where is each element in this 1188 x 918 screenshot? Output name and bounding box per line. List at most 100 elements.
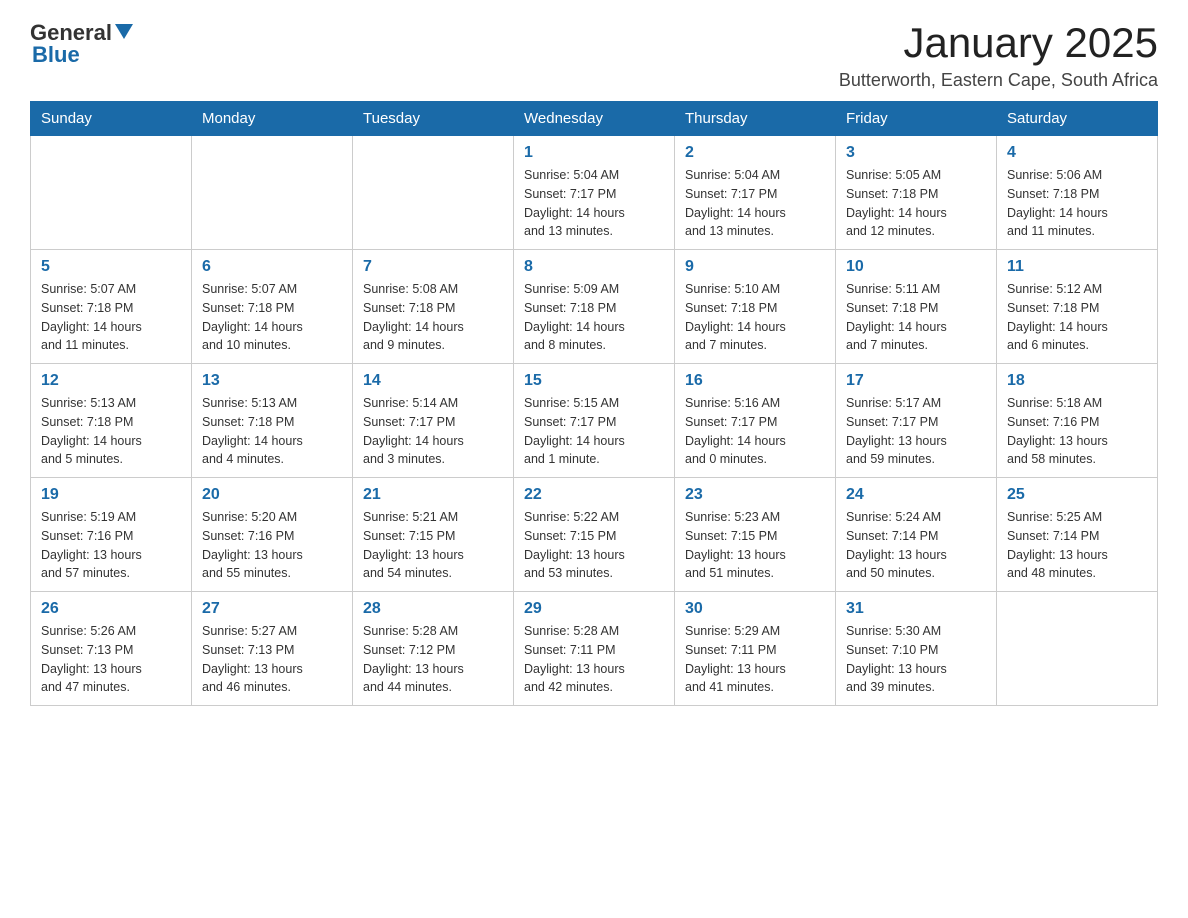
calendar-week-row: 5 Sunrise: 5:07 AMSunset: 7:18 PMDaylight… [31,250,1158,364]
calendar-week-row: 26 Sunrise: 5:26 AMSunset: 7:13 PMDayligh… [31,592,1158,706]
day-number: 16 [685,372,825,390]
calendar-table: SundayMondayTuesdayWednesdayThursdayFrid… [30,101,1158,706]
calendar-cell: 8 Sunrise: 5:09 AMSunset: 7:18 PMDaylight… [514,250,675,364]
calendar-body: 1 Sunrise: 5:04 AMSunset: 7:17 PMDaylight… [31,136,1158,706]
calendar-cell: 23Sunrise: 5:23 AMSunset: 7:15 PMDayligh… [675,478,836,592]
day-number: 3 [846,144,986,162]
day-info: Sunrise: 5:11 AMSunset: 7:18 PMDaylight:… [846,280,986,355]
day-info: Sunrise: 5:21 AMSunset: 7:15 PMDaylight:… [363,508,503,583]
day-number: 7 [363,258,503,276]
day-info: Sunrise: 5:04 AMSunset: 7:17 PMDaylight:… [685,166,825,241]
day-info: Sunrise: 5:08 AMSunset: 7:18 PMDaylight:… [363,280,503,355]
day-info: Sunrise: 5:13 AMSunset: 7:18 PMDaylight:… [41,394,181,469]
weekday-header-row: SundayMondayTuesdayWednesdayThursdayFrid… [31,102,1158,136]
day-info: Sunrise: 5:18 AMSunset: 7:16 PMDaylight:… [1007,394,1147,469]
calendar-cell: 5 Sunrise: 5:07 AMSunset: 7:18 PMDaylight… [31,250,192,364]
day-number: 28 [363,600,503,618]
day-info: Sunrise: 5:06 AMSunset: 7:18 PMDaylight:… [1007,166,1147,241]
day-number: 13 [202,372,342,390]
calendar-cell: 1 Sunrise: 5:04 AMSunset: 7:17 PMDaylight… [514,136,675,250]
calendar-cell: 12 Sunrise: 5:13 AMSunset: 7:18 PMDayligh… [31,364,192,478]
day-number: 1 [524,144,664,162]
weekday-header-monday: Monday [192,102,353,136]
calendar-cell: 24 Sunrise: 5:24 AMSunset: 7:14 PMDayligh… [836,478,997,592]
day-number: 27 [202,600,342,618]
day-number: 8 [524,258,664,276]
day-number: 26 [41,600,181,618]
day-number: 30 [685,600,825,618]
day-number: 4 [1007,144,1147,162]
calendar-cell: 29Sunrise: 5:28 AMSunset: 7:11 PMDayligh… [514,592,675,706]
calendar-cell: 3Sunrise: 5:05 AMSunset: 7:18 PMDaylight… [836,136,997,250]
day-number: 11 [1007,258,1147,276]
day-info: Sunrise: 5:23 AMSunset: 7:15 PMDaylight:… [685,508,825,583]
calendar-cell: 28Sunrise: 5:28 AMSunset: 7:12 PMDayligh… [353,592,514,706]
calendar-cell: 9 Sunrise: 5:10 AMSunset: 7:18 PMDaylight… [675,250,836,364]
day-info: Sunrise: 5:29 AMSunset: 7:11 PMDaylight:… [685,622,825,697]
calendar-cell: 15 Sunrise: 5:15 AMSunset: 7:17 PMDayligh… [514,364,675,478]
calendar-cell: 30 Sunrise: 5:29 AMSunset: 7:11 PMDayligh… [675,592,836,706]
calendar-cell: 31 Sunrise: 5:30 AMSunset: 7:10 PMDayligh… [836,592,997,706]
day-number: 12 [41,372,181,390]
day-info: Sunrise: 5:25 AMSunset: 7:14 PMDaylight:… [1007,508,1147,583]
calendar-cell: 21 Sunrise: 5:21 AMSunset: 7:15 PMDayligh… [353,478,514,592]
calendar-cell: 19 Sunrise: 5:19 AMSunset: 7:16 PMDayligh… [31,478,192,592]
day-info: Sunrise: 5:19 AMSunset: 7:16 PMDaylight:… [41,508,181,583]
weekday-header-sunday: Sunday [31,102,192,136]
day-number: 5 [41,258,181,276]
day-info: Sunrise: 5:15 AMSunset: 7:17 PMDaylight:… [524,394,664,469]
calendar-cell: 17 Sunrise: 5:17 AMSunset: 7:17 PMDayligh… [836,364,997,478]
day-info: Sunrise: 5:07 AMSunset: 7:18 PMDaylight:… [41,280,181,355]
day-info: Sunrise: 5:07 AMSunset: 7:18 PMDaylight:… [202,280,342,355]
weekday-header-thursday: Thursday [675,102,836,136]
day-number: 9 [685,258,825,276]
day-info: Sunrise: 5:30 AMSunset: 7:10 PMDaylight:… [846,622,986,697]
calendar-cell: 27Sunrise: 5:27 AMSunset: 7:13 PMDayligh… [192,592,353,706]
title-section: January 2025 Butterworth, Eastern Cape, … [839,20,1158,91]
day-number: 15 [524,372,664,390]
month-title: January 2025 [839,20,1158,66]
day-number: 18 [1007,372,1147,390]
day-number: 31 [846,600,986,618]
day-number: 24 [846,486,986,504]
day-info: Sunrise: 5:09 AMSunset: 7:18 PMDaylight:… [524,280,664,355]
day-info: Sunrise: 5:22 AMSunset: 7:15 PMDaylight:… [524,508,664,583]
calendar-cell: 7 Sunrise: 5:08 AMSunset: 7:18 PMDaylight… [353,250,514,364]
day-info: Sunrise: 5:28 AMSunset: 7:11 PMDaylight:… [524,622,664,697]
day-number: 21 [363,486,503,504]
day-info: Sunrise: 5:13 AMSunset: 7:18 PMDaylight:… [202,394,342,469]
day-info: Sunrise: 5:14 AMSunset: 7:17 PMDaylight:… [363,394,503,469]
calendar-cell [31,136,192,250]
day-info: Sunrise: 5:10 AMSunset: 7:18 PMDaylight:… [685,280,825,355]
page-header: General Blue January 2025 Butterworth, E… [30,20,1158,91]
calendar-cell: 2Sunrise: 5:04 AMSunset: 7:17 PMDaylight… [675,136,836,250]
calendar-cell: 13 Sunrise: 5:13 AMSunset: 7:18 PMDayligh… [192,364,353,478]
calendar-cell [997,592,1158,706]
day-number: 14 [363,372,503,390]
day-info: Sunrise: 5:24 AMSunset: 7:14 PMDaylight:… [846,508,986,583]
day-number: 10 [846,258,986,276]
calendar-week-row: 1 Sunrise: 5:04 AMSunset: 7:17 PMDaylight… [31,136,1158,250]
day-number: 25 [1007,486,1147,504]
calendar-week-row: 12 Sunrise: 5:13 AMSunset: 7:18 PMDayligh… [31,364,1158,478]
day-info: Sunrise: 5:17 AMSunset: 7:17 PMDaylight:… [846,394,986,469]
weekday-header-saturday: Saturday [997,102,1158,136]
calendar-cell [353,136,514,250]
calendar-cell: 11 Sunrise: 5:12 AMSunset: 7:18 PMDayligh… [997,250,1158,364]
calendar-cell: 25 Sunrise: 5:25 AMSunset: 7:14 PMDayligh… [997,478,1158,592]
day-info: Sunrise: 5:26 AMSunset: 7:13 PMDaylight:… [41,622,181,697]
calendar-week-row: 19 Sunrise: 5:19 AMSunset: 7:16 PMDayligh… [31,478,1158,592]
weekday-header-wednesday: Wednesday [514,102,675,136]
calendar-cell: 14 Sunrise: 5:14 AMSunset: 7:17 PMDayligh… [353,364,514,478]
calendar-cell: 16Sunrise: 5:16 AMSunset: 7:17 PMDayligh… [675,364,836,478]
day-number: 20 [202,486,342,504]
day-number: 19 [41,486,181,504]
day-number: 22 [524,486,664,504]
calendar-cell: 4 Sunrise: 5:06 AMSunset: 7:18 PMDaylight… [997,136,1158,250]
day-number: 17 [846,372,986,390]
day-info: Sunrise: 5:04 AMSunset: 7:17 PMDaylight:… [524,166,664,241]
calendar-cell [192,136,353,250]
day-info: Sunrise: 5:12 AMSunset: 7:18 PMDaylight:… [1007,280,1147,355]
logo: General Blue [30,20,133,68]
logo-blue-text: Blue [30,42,80,68]
